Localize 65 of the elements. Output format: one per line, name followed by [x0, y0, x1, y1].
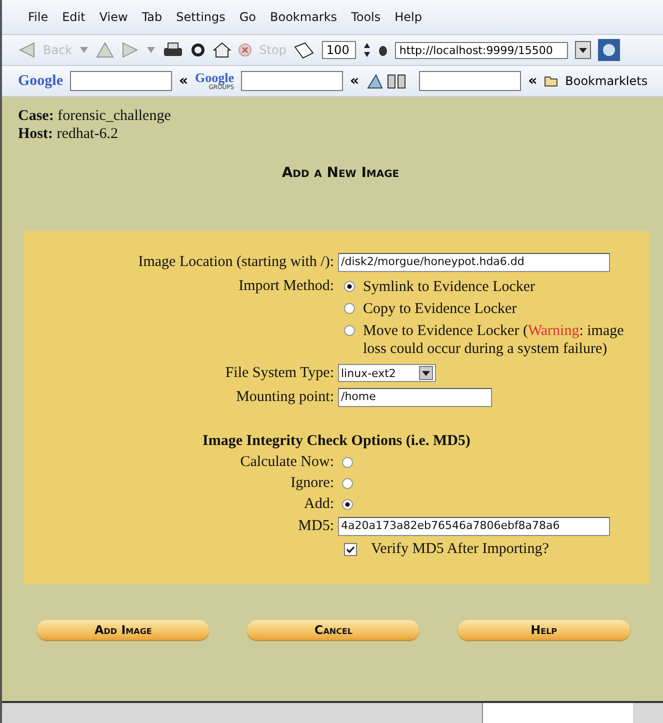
action-button[interactable]: Cancel — [247, 620, 420, 640]
radio-button[interactable] — [344, 303, 355, 314]
caret-icon[interactable] — [419, 366, 433, 380]
field-label: MD5: — [298, 518, 334, 535]
dropdown-caret-icon[interactable] — [79, 46, 90, 54]
chevron-button[interactable]: « — [179, 73, 188, 89]
menu-item[interactable]: Go — [239, 10, 256, 24]
printer-icon[interactable] — [163, 42, 184, 58]
url-field[interactable]: http://localhost:9999/15500 — [395, 42, 568, 58]
google-logo: Google — [18, 72, 63, 90]
home-icon[interactable] — [213, 42, 232, 58]
radio-button[interactable] — [342, 499, 353, 510]
search-field[interactable] — [70, 71, 172, 91]
radio-button[interactable] — [344, 325, 355, 336]
menu-item[interactable]: Bookmarks — [270, 10, 338, 24]
section-heading: Image Integrity Check Options (i.e. MD5) — [202, 433, 470, 449]
option-label: Ignore: — [290, 475, 334, 492]
dropdown-button-icon[interactable] — [575, 41, 592, 59]
field-label: File System Type: — [225, 364, 334, 382]
input-field[interactable]: /home — [338, 388, 492, 407]
groups-logo: Google — [195, 71, 234, 84]
file-system-dropdown[interactable]: linux-ext2 — [338, 364, 436, 382]
field-label: Image Location (starting with /): — [138, 254, 334, 271]
checkbox[interactable] — [344, 543, 357, 556]
menu-item[interactable]: Tools — [351, 10, 381, 24]
field-label: Import Method: — [238, 278, 334, 295]
spinner-icon[interactable] — [363, 42, 372, 58]
back-arrow-icon[interactable] — [18, 42, 36, 58]
search-field[interactable] — [241, 71, 344, 91]
radio-button[interactable] — [342, 457, 353, 468]
bookmarks-button[interactable]: Bookmarklets — [565, 74, 648, 88]
dropdown-caret-icon[interactable] — [146, 46, 156, 54]
zoom-field[interactable]: 100 — [322, 41, 356, 59]
option-label: Copy to Evidence Locker — [363, 300, 517, 318]
page-heading: Add a New Image — [282, 165, 400, 181]
action-button[interactable]: Add Image — [37, 620, 210, 640]
input-field[interactable]: 4a20a173a82eb76546a7806ebf8a78a6 — [338, 517, 610, 536]
option-label: Calculate Now: — [240, 454, 334, 471]
radio-button[interactable] — [342, 478, 353, 489]
input-field[interactable]: /disk2/morgue/honeypot.hda6.dd — [338, 253, 610, 272]
checkbox-label: Verify MD5 After Importing? — [371, 540, 549, 558]
search-field[interactable] — [419, 71, 522, 91]
host-label: Host: — [18, 126, 53, 142]
chevron-button[interactable]: « — [350, 73, 360, 89]
radio-button[interactable] — [344, 281, 355, 292]
stop-icon[interactable] — [238, 43, 252, 57]
menu-item[interactable]: File — [28, 10, 48, 24]
up-arrow-icon[interactable] — [96, 42, 114, 58]
option-label: Add: — [304, 496, 334, 513]
menu-item[interactable]: Settings — [176, 10, 226, 24]
chevron-button[interactable]: « — [528, 73, 538, 89]
folder-icon — [544, 75, 558, 87]
host-value: redhat-6.2 — [56, 126, 118, 142]
browser-logo-icon[interactable] — [598, 39, 620, 61]
forward-arrow-icon[interactable] — [121, 42, 140, 58]
menu-item[interactable]: Help — [394, 10, 422, 24]
option-label: Symlink to Evidence Locker — [363, 278, 536, 296]
case-value: forensic_challenge — [58, 108, 171, 124]
field-label: Mounting point: — [236, 389, 334, 406]
menu-item[interactable]: View — [99, 10, 128, 24]
action-button[interactable]: Help — [458, 620, 630, 640]
case-label: Case: — [18, 108, 54, 124]
menu-item[interactable]: Edit — [62, 10, 86, 24]
menu-item[interactable]: Tab — [142, 10, 162, 24]
option-label: Move to Evidence Locker (Warning: image loss could occur during a system failure) — [363, 322, 625, 358]
